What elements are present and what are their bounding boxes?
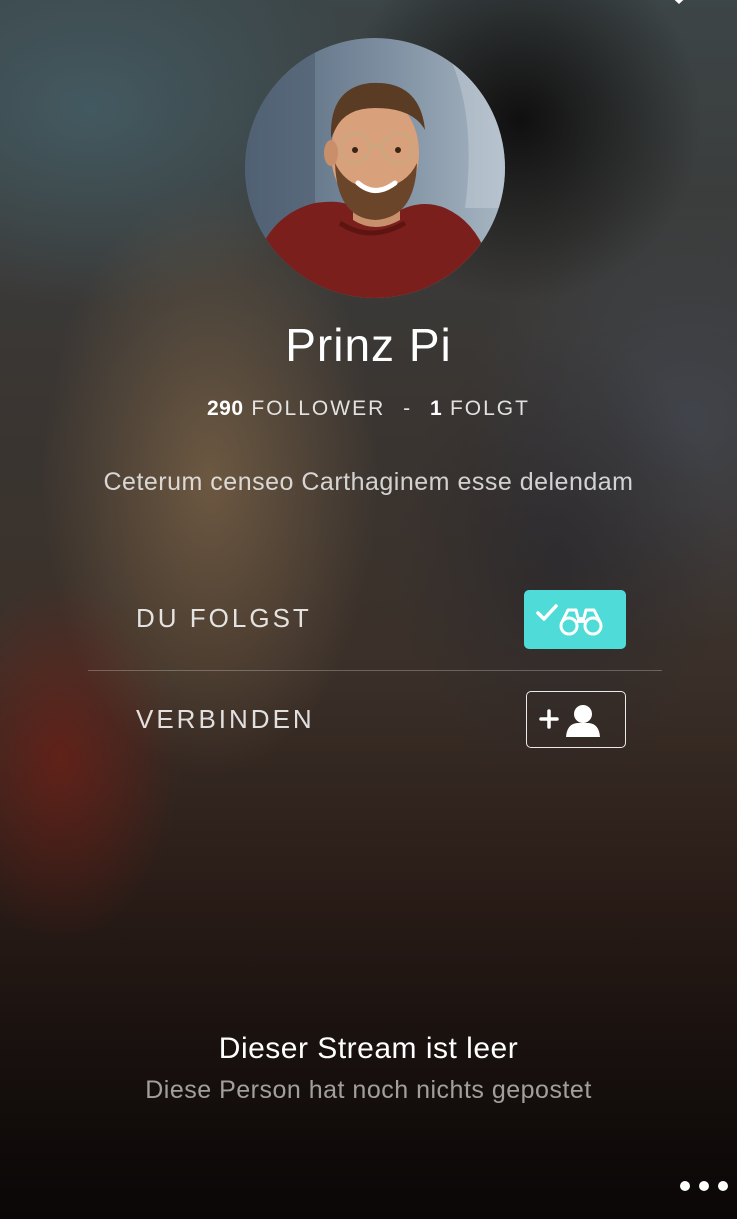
following-label[interactable]: FOLGT: [450, 397, 530, 420]
empty-stream-subtitle: Diese Person hat noch nichts gepostet: [145, 1076, 592, 1104]
follow-toggle-button[interactable]: [524, 590, 626, 649]
stats-separator: -: [403, 397, 413, 420]
binoculars-check-icon: [536, 604, 603, 636]
followers-label[interactable]: FOLLOWER: [251, 397, 385, 420]
empty-stream-title: Dieser Stream ist leer: [218, 1032, 519, 1065]
connect-button[interactable]: [526, 691, 626, 748]
follow-row: DU FOLGST: [88, 570, 662, 671]
profile-name: Prinz Pi: [285, 319, 452, 371]
more-dots-icon: [718, 1181, 728, 1191]
add-user-icon: [539, 705, 600, 737]
follow-stats: 290 FOLLOWER - 1 FOLGT: [0, 397, 737, 421]
more-options-button[interactable]: [672, 1170, 734, 1200]
connect-row: VERBINDEN: [88, 671, 662, 771]
avatar: [245, 38, 505, 298]
profile-bio: Ceterum censeo Carthaginem esse delendam: [103, 468, 634, 496]
close-icon[interactable]: [662, 0, 696, 6]
follow-status-label: DU FOLGST: [136, 603, 312, 633]
profile-screen: Prinz Pi 290 FOLLOWER - 1 FOLGT Ceterum …: [0, 0, 737, 1219]
following-count[interactable]: 1: [430, 397, 442, 420]
more-dots-icon: [680, 1181, 690, 1191]
connect-label: VERBINDEN: [136, 704, 315, 734]
more-dots-icon: [699, 1181, 709, 1191]
followers-count[interactable]: 290: [207, 397, 244, 420]
